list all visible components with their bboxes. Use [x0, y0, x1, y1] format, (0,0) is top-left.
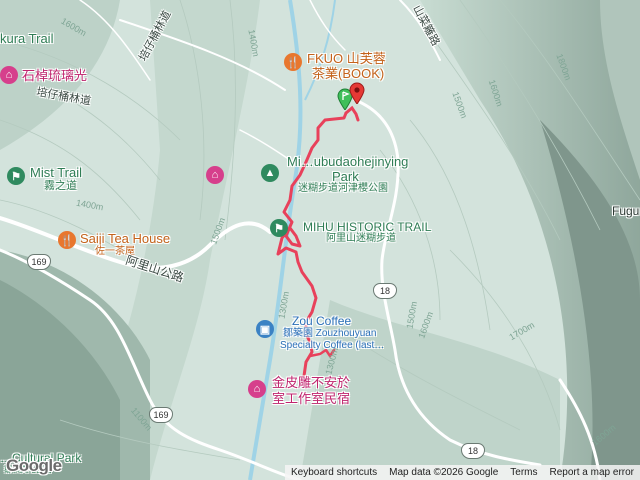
- hotel-icon[interactable]: ⌂: [0, 66, 18, 84]
- end-marker[interactable]: [349, 82, 365, 105]
- place-label[interactable]: 金皮雕不安於: [272, 376, 350, 389]
- restaurant-icon[interactable]: 🍴: [58, 231, 76, 249]
- terms-link[interactable]: Terms: [504, 465, 543, 480]
- place-label[interactable]: Saiji Tea House: [80, 232, 170, 245]
- report-map-error-link[interactable]: Report a map error: [544, 465, 640, 480]
- place-label[interactable]: 茶業(BOOK): [312, 67, 384, 80]
- hotel-icon[interactable]: ⌂: [206, 166, 224, 184]
- trail-label[interactable]: Mist Trail: [30, 166, 82, 179]
- end-marker-icon: [349, 82, 365, 105]
- shopping-bag-icon[interactable]: ▣: [256, 320, 274, 338]
- place-label[interactable]: Fugu: [612, 205, 639, 217]
- road-shield-169: 169: [27, 254, 51, 270]
- trail-icon[interactable]: ⚑: [270, 219, 288, 237]
- hotel-icon[interactable]: ⌂: [248, 380, 266, 398]
- restaurant-icon[interactable]: 🍴: [284, 53, 302, 71]
- map-footer: Keyboard shortcuts Map data ©2026 Google…: [284, 465, 640, 480]
- trail-label[interactable]: MIHU HISTORIC TRAIL: [303, 221, 431, 233]
- road-shield-18: 18: [373, 283, 397, 299]
- trail-icon[interactable]: ⚑: [7, 167, 25, 185]
- road-shield-18: 18: [461, 443, 485, 459]
- park-label[interactable]: 迷糊步道河津櫻公園: [298, 184, 388, 194]
- keyboard-shortcuts-link[interactable]: Keyboard shortcuts: [285, 465, 383, 480]
- google-logo[interactable]: Google: [6, 456, 62, 476]
- place-label[interactable]: Zou Coffee: [292, 315, 351, 327]
- trail-label[interactable]: 霧之道: [44, 181, 77, 192]
- place-label[interactable]: FKUO 山芙蓉: [307, 52, 386, 65]
- park-label[interactable]: Mi…ubudaohejinying: [287, 155, 408, 168]
- trail-label: kura Trail: [0, 31, 54, 46]
- place-label[interactable]: 石棹琉璃光: [22, 69, 87, 82]
- map-data-attribution: Map data ©2026 Google: [389, 467, 499, 478]
- road-shield-169: 169: [149, 407, 173, 423]
- park-tree-icon[interactable]: ▲: [261, 164, 279, 182]
- place-label[interactable]: 鄒築園 Zouzhouyuan: [283, 329, 376, 339]
- trail-label[interactable]: 阿里山迷糊步道: [326, 234, 396, 244]
- park-label[interactable]: Park: [332, 170, 359, 183]
- place-label[interactable]: 室工作室民宿: [272, 392, 350, 405]
